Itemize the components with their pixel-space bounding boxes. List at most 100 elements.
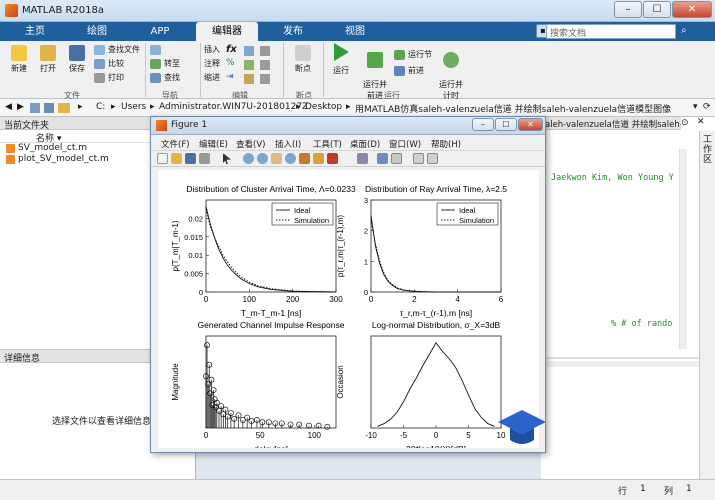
search-documentation-input[interactable]: 搜索文档 <box>546 24 676 39</box>
run-and-time-button[interactable]: 运行并 计时 <box>436 43 466 101</box>
indent-button[interactable]: 缩进 <box>204 72 220 84</box>
browse-icon[interactable] <box>30 103 40 113</box>
horizontal-scrollbar[interactable] <box>541 361 699 367</box>
pointer-icon[interactable] <box>223 153 231 164</box>
zoom-out-icon[interactable] <box>257 153 268 164</box>
plot-title: Distribution of Cluster Arrival Time, Λ=… <box>186 184 356 194</box>
printer-icon <box>94 73 105 83</box>
tab-apps[interactable]: APP <box>132 22 188 41</box>
print-icon[interactable] <box>199 153 210 164</box>
x-tick-label: -5 <box>400 431 408 440</box>
menu-window[interactable]: 窗口(W) <box>389 138 421 150</box>
m-file-icon <box>6 155 15 164</box>
edit-tool-icon[interactable] <box>244 60 254 70</box>
run-button[interactable]: 运行 <box>328 43 354 76</box>
legend-icon[interactable] <box>377 153 388 164</box>
comment-percent-icon[interactable]: % <box>226 58 235 68</box>
up-folder-icon[interactable] <box>44 103 54 113</box>
new-figure-icon[interactable] <box>157 153 168 164</box>
rotate-icon[interactable] <box>285 153 296 164</box>
edit-tool-icon[interactable] <box>260 74 270 84</box>
indent-icon[interactable]: ⇥ <box>226 72 234 82</box>
data-cursor-icon[interactable] <box>299 153 310 164</box>
workspace-label: 工作区 <box>703 135 713 165</box>
current-folder-title: 当前文件夹 <box>4 121 50 131</box>
zoom-in-icon[interactable] <box>243 153 254 164</box>
breadcrumb-desktop[interactable]: Desktop <box>305 102 342 112</box>
close-icon[interactable]: ✕ <box>697 117 705 127</box>
y-tick-label: 0 <box>199 288 203 297</box>
colorbar-icon[interactable] <box>357 153 368 164</box>
advance-button[interactable]: 前进 <box>394 65 424 77</box>
folder-icon[interactable] <box>58 103 70 113</box>
figure-minimize-button[interactable]: – <box>472 118 494 131</box>
dock-icon[interactable] <box>413 153 424 164</box>
comment-button[interactable]: 注释 <box>204 58 220 70</box>
menu-file[interactable]: 文件(F) <box>161 138 190 150</box>
tab-publish[interactable]: 发布 <box>264 22 322 41</box>
breadcrumb-user[interactable]: Administrator.WIN7U-20180127Z <box>159 102 308 112</box>
x-tick-label: -10 <box>365 431 377 440</box>
edit-tool-icon[interactable] <box>244 46 254 56</box>
figure-title-bar: Figure 1 – ☐ ✕ <box>151 117 545 135</box>
menu-edit[interactable]: 编辑(E) <box>199 138 228 150</box>
plots-svg: Distribution of Cluster Arrival Time, Λ=… <box>171 184 507 454</box>
breakpoints-button[interactable]: 断点 <box>290 45 316 74</box>
tab-plots[interactable]: 绘图 <box>68 22 126 41</box>
open-icon[interactable] <box>171 153 182 164</box>
find-files-button[interactable]: 查找文件 <box>94 44 140 56</box>
menu-view[interactable]: 查看(V) <box>236 138 265 150</box>
menu-insert[interactable]: 插入(I) <box>275 138 301 150</box>
edit-tool-icon[interactable] <box>244 74 254 84</box>
edit-tool-icon[interactable] <box>260 60 270 70</box>
forward-icon[interactable]: ▶ <box>17 102 24 112</box>
tab-home[interactable]: 主页 <box>10 22 60 41</box>
panel-menu-icon[interactable]: ⊙ <box>681 118 689 128</box>
back-icon[interactable]: ◀ <box>5 102 12 112</box>
breadcrumb-users[interactable]: Users <box>121 102 146 112</box>
y-tick-label: 0.02 <box>188 214 203 223</box>
tab-view[interactable]: 视图 <box>326 22 384 41</box>
address-refresh-icon[interactable]: ⟳ <box>703 102 711 112</box>
search-icon[interactable]: ⌕ <box>681 25 687 36</box>
save-icon[interactable] <box>185 153 196 164</box>
find-button[interactable]: 查找 <box>150 72 180 84</box>
link-icon[interactable] <box>327 153 338 164</box>
menu-desktop[interactable]: 桌面(D) <box>350 138 380 150</box>
x-tick-label: 0 <box>204 431 209 440</box>
close-button[interactable]: ✕ <box>672 1 712 18</box>
ribbon-divider <box>200 43 201 97</box>
pan-icon[interactable] <box>271 153 282 164</box>
editor-tab[interactable]: aleh-valenzuela信道 并绘制saleh-valenzuela信道模… <box>541 117 681 130</box>
property-icon[interactable] <box>427 153 438 164</box>
figure-maximize-button[interactable]: ☐ <box>495 118 517 131</box>
fx-button[interactable]: fx <box>226 44 237 55</box>
breadcrumb-drive[interactable]: C: <box>96 102 105 112</box>
insert-button[interactable]: 插入 <box>204 44 220 56</box>
figure-toolbar <box>151 151 545 167</box>
save-button[interactable]: 保存 <box>64 45 90 74</box>
address-dropdown-icon[interactable]: ▾ <box>693 102 698 112</box>
figure-logo-icon <box>156 120 167 131</box>
menu-tools[interactable]: 工具(T) <box>313 138 342 150</box>
ribbon-tabs: 主页 绘图 APP 编辑器 发布 视图 ▪ ✂ ❐ ↶ ↷ ? 搜索文档 ⌕ <box>0 22 715 41</box>
new-button[interactable]: 新建 <box>6 45 32 74</box>
figure-close-button[interactable]: ✕ <box>518 118 543 131</box>
run-section-button[interactable]: 运行节 <box>394 49 432 61</box>
brush-icon[interactable] <box>313 153 324 164</box>
x-axis-label: 20*log10(X)[dB] <box>406 444 466 448</box>
compare-icon <box>94 59 105 69</box>
ribbon-divider <box>145 43 146 97</box>
maximize-button[interactable]: ☐ <box>643 1 671 18</box>
menu-help[interactable]: 帮助(H) <box>431 138 461 150</box>
goto-button[interactable]: 转至 <box>150 58 180 70</box>
open-button[interactable]: 打开 <box>35 45 61 74</box>
hide-tools-icon[interactable] <box>391 153 402 164</box>
edit-tool-icon[interactable] <box>260 46 270 56</box>
minimize-button[interactable]: – <box>614 1 642 18</box>
print-button[interactable]: 打印 <box>94 72 124 84</box>
nav-back-button[interactable] <box>150 44 164 56</box>
tab-editor[interactable]: 编辑器 <box>196 22 258 41</box>
compare-button[interactable]: 比较 <box>94 58 124 70</box>
breadcrumb-folder[interactable]: 用MATLAB仿真saleh-valenzuela信道 并绘制saleh-val… <box>355 102 671 115</box>
